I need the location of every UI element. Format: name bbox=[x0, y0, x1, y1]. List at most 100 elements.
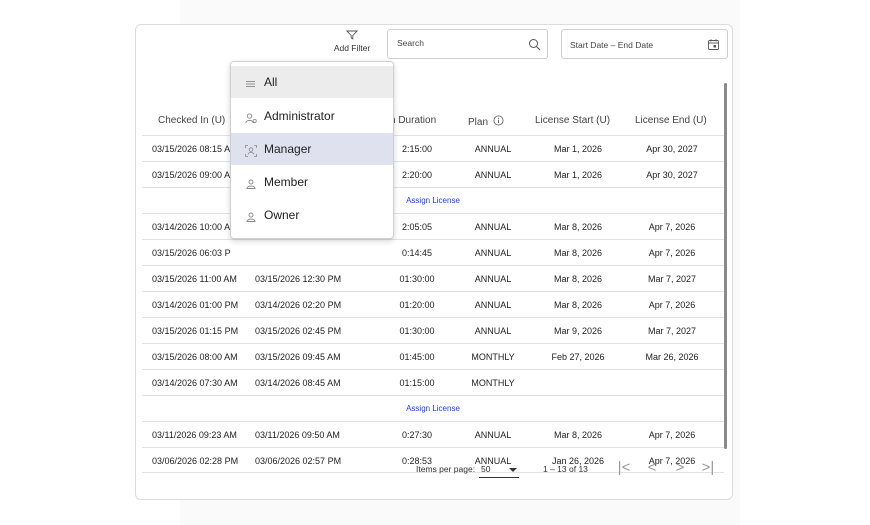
cell-checked-out: 03/14/2026 08:45 AM bbox=[255, 378, 341, 388]
calendar-icon[interactable] bbox=[708, 39, 719, 50]
cell-license-end: Apr 7, 2026 bbox=[648, 430, 696, 440]
col-license-start[interactable]: License Start (U) bbox=[535, 115, 610, 126]
filter-option-manager[interactable]: Manager bbox=[231, 133, 393, 165]
list-icon bbox=[245, 77, 257, 89]
cell-license-end: Apr 30, 2027 bbox=[646, 170, 698, 180]
add-filter-label: Add Filter bbox=[333, 43, 371, 53]
col-license-end[interactable]: License End (U) bbox=[635, 115, 707, 126]
last-page-icon[interactable]: >| bbox=[701, 459, 715, 477]
cell-checked-in: 03/15/2026 01:15 PM bbox=[152, 326, 239, 336]
cell-checked-out: 03/15/2026 02:45 PM bbox=[255, 326, 342, 336]
prev-page-icon[interactable]: < bbox=[645, 459, 659, 477]
col-plan-label: Plan bbox=[468, 117, 489, 128]
cell-checked-out: 03/15/2026 09:45 AM bbox=[255, 352, 341, 362]
items-per-page-label: Items per page: bbox=[416, 464, 476, 474]
add-filter-button[interactable]: Add Filter bbox=[332, 30, 372, 53]
col-checked-in[interactable]: Checked In (U) bbox=[158, 115, 225, 126]
filter-dropdown-menu: All Administrator Manager Member Owner bbox=[230, 61, 394, 239]
sessions-card: Add Filter Start Date – End Date Checked… bbox=[135, 24, 733, 500]
cell-plan: ANNUAL bbox=[474, 222, 512, 232]
owner-user-icon bbox=[245, 210, 257, 222]
cell-duration: 2:15:00 bbox=[401, 144, 433, 154]
filter-icon bbox=[346, 30, 358, 40]
cell-license-start: Mar 8, 2026 bbox=[553, 248, 603, 258]
cell-duration: 01:15:00 bbox=[399, 378, 435, 388]
cell-plan: ANNUAL bbox=[474, 144, 512, 154]
assign-license-link[interactable]: Assign License bbox=[142, 404, 724, 413]
cell-plan: ANNUAL bbox=[474, 170, 512, 180]
cell-plan: ANNUAL bbox=[474, 326, 512, 336]
first-page-icon[interactable]: |< bbox=[617, 459, 631, 477]
filter-option-all[interactable]: All bbox=[231, 66, 393, 98]
cell-license-start: Mar 8, 2026 bbox=[553, 274, 603, 284]
table-row[interactable]: 03/11/2026 09:23 AM 03/11/2026 09:50 AM 0:… bbox=[142, 421, 724, 447]
cell-plan: ANNUAL bbox=[474, 430, 512, 440]
cell-license-end: Apr 7, 2026 bbox=[648, 248, 696, 258]
chevron-down-icon bbox=[509, 468, 517, 472]
table-scrollbar[interactable] bbox=[724, 83, 727, 449]
paginator: Items per page: 50 1 – 13 of 13 |< < > >… bbox=[136, 455, 732, 485]
cell-license-end: Mar 7, 2027 bbox=[647, 274, 697, 284]
cell-license-start: Mar 8, 2026 bbox=[553, 222, 603, 232]
table-row[interactable]: 03/15/2026 08:00 AM 03/15/2026 09:45 AM 01… bbox=[142, 343, 724, 369]
filter-option-label: Manager bbox=[264, 142, 312, 156]
table-row[interactable]: Assign License bbox=[142, 395, 724, 421]
date-range-picker[interactable]: Start Date – End Date bbox=[561, 29, 728, 59]
table-row[interactable]: 03/15/2026 06:03 P 0:14:45 ANNUAL Mar 8, 20… bbox=[142, 239, 724, 265]
col-duration[interactable]: n Duration bbox=[390, 115, 436, 126]
table-row[interactable]: 03/14/2026 07:30 AM 03/14/2026 08:45 AM 01… bbox=[142, 369, 724, 395]
cell-duration: 01:20:00 bbox=[399, 300, 435, 310]
cell-plan: ANNUAL bbox=[474, 274, 512, 284]
cell-checked-out: 03/14/2026 02:20 PM bbox=[255, 300, 342, 310]
filter-option-member[interactable]: Member bbox=[231, 166, 393, 198]
filter-option-label: Member bbox=[264, 175, 309, 189]
cell-license-end: Apr 30, 2027 bbox=[646, 144, 698, 154]
cell-checked-in: 03/14/2026 01:00 PM bbox=[152, 300, 239, 310]
toolbar: Add Filter Start Date – End Date bbox=[136, 25, 732, 87]
next-page-icon[interactable]: > bbox=[673, 459, 687, 477]
cell-checked-out: 03/11/2026 09:50 AM bbox=[255, 430, 340, 440]
cell-duration: 01:30:00 bbox=[399, 326, 435, 336]
cell-checked-in: 03/15/2026 11:00 AM bbox=[152, 274, 237, 284]
cell-checked-in: 03/14/2026 07:30 AM bbox=[152, 378, 238, 388]
cell-plan: ANNUAL bbox=[474, 248, 512, 258]
search-box[interactable] bbox=[387, 29, 548, 59]
filter-option-label: Owner bbox=[264, 208, 300, 222]
cell-license-start: Mar 1, 2026 bbox=[553, 170, 603, 180]
filter-option-owner[interactable]: Owner bbox=[231, 199, 393, 231]
cell-license-start: Feb 27, 2026 bbox=[551, 352, 605, 362]
table-row[interactable]: 03/15/2026 11:00 AM 03/15/2026 12:30 PM 01… bbox=[142, 265, 724, 291]
search-input[interactable] bbox=[397, 38, 522, 48]
manager-user-icon bbox=[245, 144, 257, 157]
filter-option-label: Administrator bbox=[264, 109, 335, 123]
items-per-page-select[interactable]: 50 bbox=[479, 461, 519, 478]
cell-license-end: Apr 7, 2026 bbox=[648, 300, 696, 310]
table-row[interactable]: 03/15/2026 01:15 PM 03/15/2026 02:45 PM 01… bbox=[142, 317, 724, 343]
cell-license-start: Mar 8, 2026 bbox=[553, 300, 603, 310]
cell-duration: 01:45:00 bbox=[399, 352, 435, 362]
cell-duration: 01:30:00 bbox=[399, 274, 435, 284]
cell-license-end: Apr 7, 2026 bbox=[648, 222, 696, 232]
search-icon[interactable] bbox=[528, 38, 541, 51]
cell-plan: ANNUAL bbox=[474, 300, 512, 310]
page-range-label: 1 – 13 of 13 bbox=[543, 464, 588, 474]
cell-plan: MONTHLY bbox=[471, 352, 515, 362]
cell-checked-out: 03/15/2026 12:30 PM bbox=[255, 274, 342, 284]
cell-checked-in: 03/14/2026 10:00 A bbox=[152, 222, 231, 232]
cell-duration: 0:27:30 bbox=[401, 430, 433, 440]
cell-license-end: Mar 7, 2027 bbox=[647, 326, 697, 336]
member-user-icon bbox=[245, 177, 257, 189]
cell-checked-in: 03/15/2026 08:15 A bbox=[152, 144, 231, 154]
cell-plan: MONTHLY bbox=[471, 378, 515, 388]
items-per-page-value: 50 bbox=[481, 464, 491, 474]
filter-option-administrator[interactable]: Administrator bbox=[231, 100, 393, 132]
col-plan[interactable]: Plan bbox=[468, 115, 504, 128]
cell-checked-in: 03/15/2026 08:00 AM bbox=[152, 352, 238, 362]
cell-duration: 2:05:05 bbox=[401, 222, 433, 232]
table-row[interactable]: 03/14/2026 01:00 PM 03/14/2026 02:20 PM 01… bbox=[142, 291, 724, 317]
cell-license-start: Mar 8, 2026 bbox=[553, 430, 603, 440]
cell-duration: 2:20:00 bbox=[401, 170, 433, 180]
admin-user-icon bbox=[245, 111, 257, 124]
cell-duration: 0:14:45 bbox=[401, 248, 433, 258]
info-icon[interactable] bbox=[493, 115, 504, 126]
